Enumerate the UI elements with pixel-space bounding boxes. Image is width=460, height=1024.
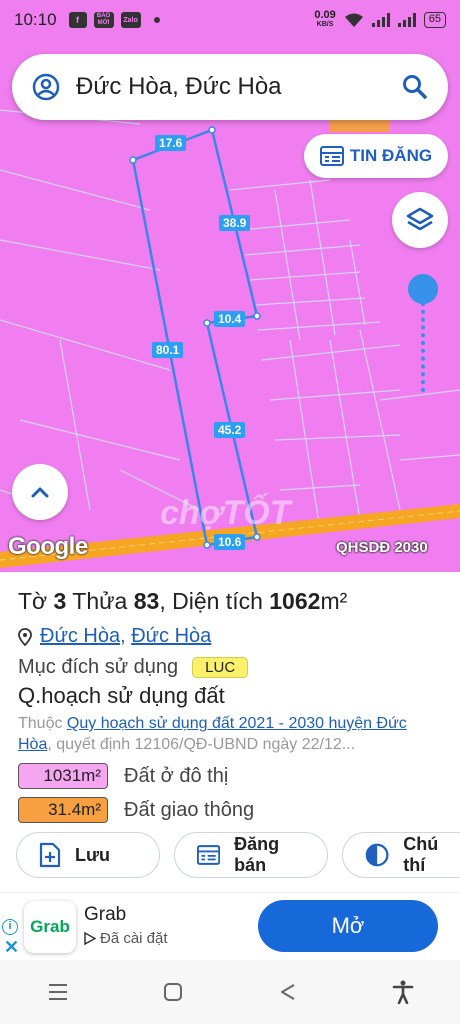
parcel-title: Tờ 3 Thửa 83, Diện tích 1062m²: [18, 588, 348, 614]
area-chip: 31.4m²: [18, 797, 108, 823]
watermark: chợTỐT: [160, 494, 291, 532]
search-location-text[interactable]: Đức Hòa, Đức Hòa: [76, 73, 402, 101]
area-label: Đất giao thông: [124, 798, 255, 821]
listing-icon: [319, 146, 344, 166]
opacity-slider[interactable]: [408, 274, 438, 394]
home-square-icon: [163, 983, 182, 1001]
action-bar: Lưu Đăng bán Chú thí: [16, 832, 460, 878]
legend-button[interactable]: Chú thí: [342, 832, 460, 878]
save-button[interactable]: Lưu: [16, 832, 160, 878]
slider-track[interactable]: [421, 302, 425, 392]
accessibility-icon: [392, 980, 413, 1004]
plan-tag: QHSDĐ 2030: [336, 539, 428, 556]
area-label: Đất ở đô thị: [124, 764, 229, 787]
facebook-icon: f: [68, 12, 87, 28]
add-file-icon: [39, 842, 61, 868]
segment-label: 80.1: [152, 342, 184, 358]
segment-label: 10.4: [214, 311, 246, 327]
area-row: 1031m² Đất ở đô thị: [18, 763, 442, 789]
half-circle-icon: [365, 843, 389, 867]
post-sale-button[interactable]: Đăng bán: [174, 832, 328, 878]
area-row: 31.4m² Đất giao thông: [18, 797, 442, 823]
purpose-row: Mục đích sử dụng LUC: [18, 656, 442, 679]
open-app-button[interactable]: Mở: [258, 900, 438, 952]
system-nav-bar: [0, 960, 460, 1024]
network-speed: 0.09 KB/S: [314, 9, 336, 29]
back-button[interactable]: [258, 972, 318, 1012]
ad-app-name: Grab: [84, 904, 127, 925]
plan-title: Q.hoạch sử dụng đất: [18, 683, 225, 708]
account-icon[interactable]: [32, 73, 60, 101]
signal-icon-2: [397, 13, 416, 27]
ad-installed: Đã cài đặt: [84, 930, 168, 947]
signal-icon: [371, 13, 390, 27]
status-bar: 10:10 f BÁO MỚI Zalo 0.09 KB/S 65: [0, 0, 460, 40]
plan-description: Thuộc Quy hoạch sử dụng đất 2021 - 2030 …: [18, 715, 407, 753]
zalo-icon: Zalo: [120, 12, 141, 28]
notification-dot-icon: [153, 17, 160, 23]
search-bar[interactable]: Đức Hòa, Đức Hòa: [12, 54, 448, 120]
expand-up-button[interactable]: [12, 464, 68, 520]
location-row: Đức Hòa, Đức Hòa: [18, 625, 442, 648]
home-button[interactable]: [143, 972, 203, 1012]
location-pin-icon: [18, 627, 32, 646]
back-triangle-icon: [280, 984, 295, 1000]
parcel-boundary: [131, 128, 259, 547]
segment-label: 45.2: [214, 422, 246, 438]
ad-info-icon[interactable]: i: [2, 919, 18, 935]
baomoi-icon: BÁO MỚI: [93, 12, 114, 28]
close-icon[interactable]: ✕: [4, 937, 19, 958]
google-logo: Google: [8, 533, 88, 560]
slider-knob[interactable]: [408, 274, 438, 304]
district-link[interactable]: Đức Hòa: [131, 625, 211, 647]
battery-icon: 65: [423, 12, 446, 28]
listing-icon: [197, 845, 221, 865]
menu-icon: [48, 984, 67, 1000]
purpose-badge: LUC: [192, 657, 249, 678]
area-chip: 1031m²: [18, 763, 108, 789]
search-icon[interactable]: [402, 74, 428, 100]
chevron-up-icon: [31, 487, 49, 498]
grab-logo: Grab: [24, 901, 76, 953]
commune-link[interactable]: Đức Hòa: [40, 625, 120, 647]
recent-apps-button[interactable]: [28, 972, 88, 1012]
layers-button[interactable]: [392, 192, 448, 248]
layers-icon: [406, 207, 434, 231]
wifi-icon: [344, 13, 363, 27]
accessibility-button[interactable]: [373, 972, 433, 1012]
segment-label: 17.6: [155, 135, 187, 151]
play-store-icon: [84, 932, 96, 945]
tin-dang-label: TIN ĐĂNG: [349, 146, 433, 165]
tin-dang-button[interactable]: TIN ĐĂNG: [304, 134, 448, 178]
segment-label: 10.6: [214, 534, 246, 550]
status-time: 10:10: [14, 10, 57, 29]
segment-label: 38.9: [219, 215, 251, 231]
ad-banner[interactable]: i ✕ Grab Grab Đã cài đặt Mở: [0, 892, 460, 960]
